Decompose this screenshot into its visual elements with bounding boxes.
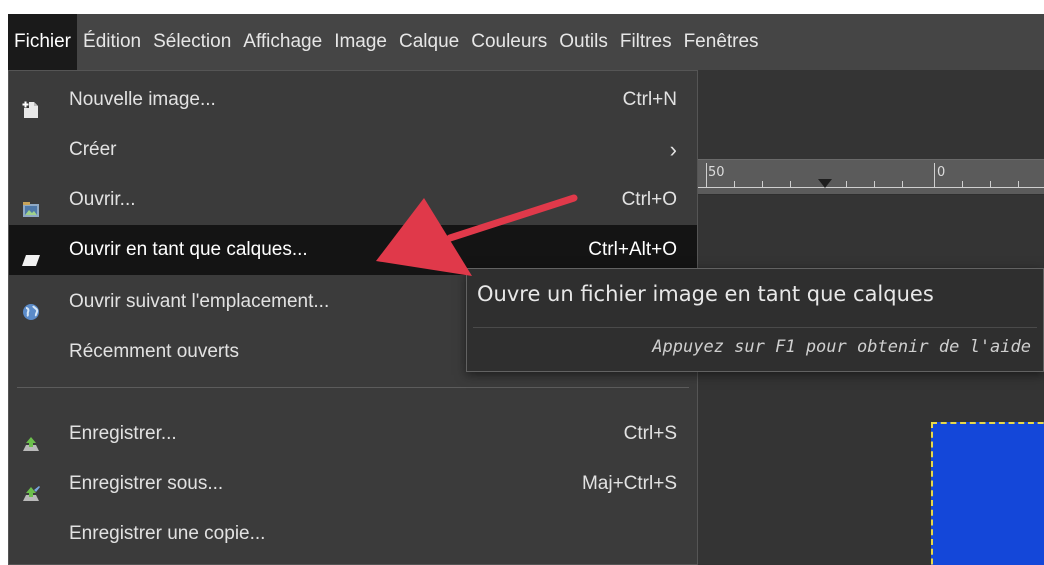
menu-item-shortcut: Maj+Ctrl+S	[581, 473, 677, 494]
ruler-label: 0	[937, 165, 946, 180]
ruler-tick	[874, 181, 875, 188]
ruler-label: 50	[708, 165, 725, 180]
menu-item-label: Créer	[69, 139, 117, 160]
open-icon	[21, 190, 41, 217]
menu-item-label: Ouvrir en tant que calques...	[69, 239, 308, 260]
open-as-layers-icon	[21, 240, 41, 266]
menu-item-save[interactable]: Enregistrer... Ctrl+S	[9, 409, 697, 459]
menu-item-shortcut: Ctrl+N	[622, 89, 677, 110]
menu-couleurs[interactable]: Couleurs	[465, 14, 553, 70]
menu-item-save-copy[interactable]: Enregistrer une copie...	[9, 509, 697, 559]
menu-item-label: Ouvrir...	[69, 189, 136, 210]
menu-item-open[interactable]: Ouvrir... Ctrl+O	[9, 175, 697, 225]
menu-item-label: Nouvelle image...	[69, 89, 216, 110]
menu-item-shortcut: Ctrl+O	[621, 189, 677, 210]
tooltip: Ouvre un fichier image en tant que calqu…	[466, 268, 1044, 372]
ruler-tick	[1018, 181, 1019, 188]
ruler-tick	[934, 163, 935, 188]
menu-selection[interactable]: Sélection	[147, 14, 237, 70]
ruler-tick	[962, 181, 963, 188]
ruler-tick	[790, 181, 791, 188]
canvas-image[interactable]	[931, 422, 1044, 565]
tooltip-title: Ouvre un fichier image en tant que calqu…	[477, 282, 934, 306]
menu-item-label: Enregistrer sous...	[69, 473, 224, 494]
globe-icon	[21, 292, 41, 320]
menu-outils[interactable]: Outils	[553, 14, 614, 70]
ruler-tick	[846, 181, 847, 188]
menu-item-create[interactable]: Créer ›	[9, 125, 697, 175]
ruler-tick	[734, 181, 735, 188]
chevron-right-icon: ›	[669, 137, 677, 162]
menu-fenetres[interactable]: Fenêtres	[678, 14, 765, 70]
menu-affichage[interactable]: Affichage	[237, 14, 328, 70]
menu-edition[interactable]: Édition	[77, 14, 147, 70]
save-as-icon	[21, 474, 41, 501]
menu-separator	[17, 387, 689, 388]
new-image-icon	[21, 90, 41, 118]
save-icon	[21, 424, 41, 451]
menubar: Fichier Édition Sélection Affichage Imag…	[8, 14, 1044, 70]
menu-calque[interactable]: Calque	[393, 14, 465, 70]
menu-item-label: Récemment ouverts	[69, 341, 240, 362]
ruler-tick	[902, 181, 903, 188]
menu-item-save-as[interactable]: Enregistrer sous... Maj+Ctrl+S	[9, 459, 697, 509]
ruler-tick	[762, 181, 763, 188]
menu-image[interactable]: Image	[328, 14, 393, 70]
ruler-position-marker	[818, 179, 832, 188]
menu-item-label: Ouvrir suivant l'emplacement...	[69, 291, 330, 312]
ruler-tick	[706, 163, 707, 188]
ruler-tick	[990, 181, 991, 188]
menu-item-label: Enregistrer...	[69, 423, 177, 444]
menu-item-new-image[interactable]: Nouvelle image... Ctrl+N	[9, 75, 697, 125]
menu-item-shortcut: Ctrl+S	[623, 423, 677, 444]
menu-filtres[interactable]: Filtres	[614, 14, 678, 70]
tooltip-divider	[473, 327, 1037, 328]
ruler-baseline	[698, 187, 1044, 188]
tooltip-help-hint: Appuyez sur F1 pour obtenir de l'aide	[652, 337, 1031, 357]
horizontal-ruler[interactable]: 50 0	[698, 159, 1044, 195]
menu-fichier[interactable]: Fichier	[8, 14, 78, 70]
menu-item-label: Enregistrer une copie...	[69, 523, 266, 544]
